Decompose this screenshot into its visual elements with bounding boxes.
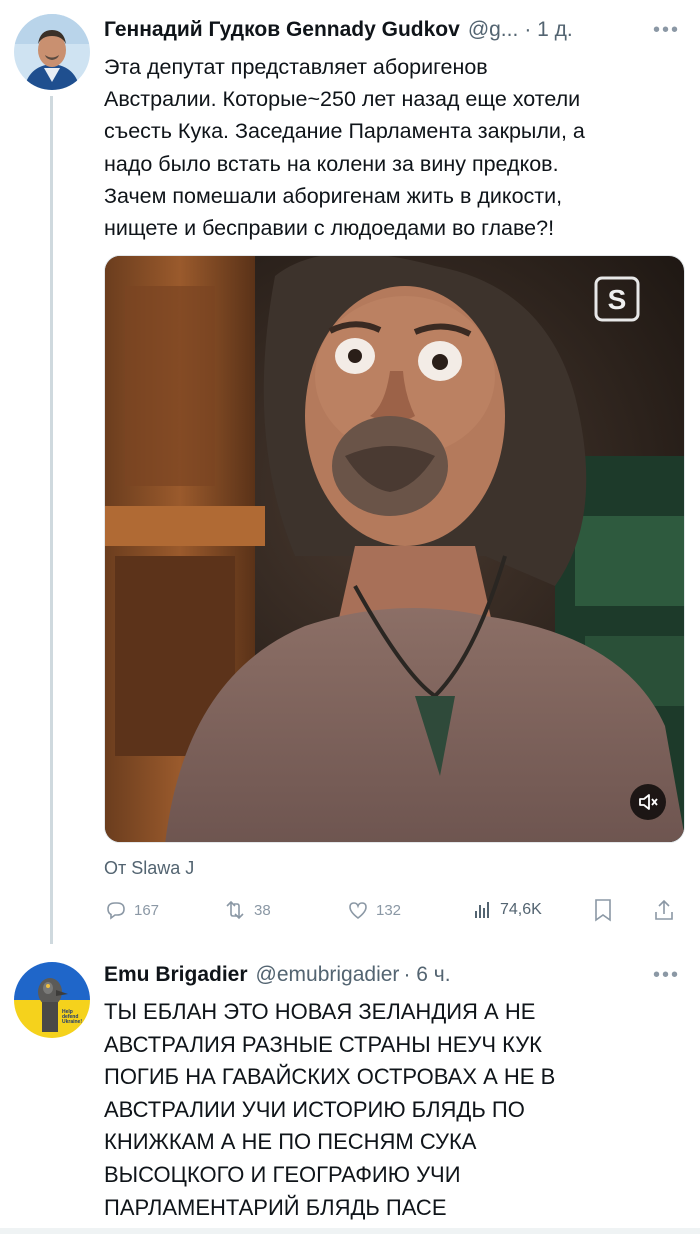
bookmark-button[interactable] <box>592 895 614 925</box>
heart-icon <box>349 902 367 920</box>
like-button[interactable]: 132 <box>346 895 401 925</box>
tweet-text-line: АВСТРАЛИЯ РАЗНЫЕ СТРАНЫ НЕУЧ КУК <box>104 1031 543 1057</box>
views-count: 74,6K <box>500 901 542 918</box>
mute-icon[interactable] <box>630 784 666 820</box>
bookmark-icon <box>595 899 611 922</box>
tweet-header: Emu Brigadier @emubrigadier · 6 ч. ••• <box>104 960 688 990</box>
tweet-text-line: Зачем помешали аборигенам жить в дикости… <box>104 183 563 208</box>
tweet-text-line: Эта депутат представляет аборигенов <box>104 55 488 79</box>
bottom-divider <box>0 1228 700 1234</box>
tweet-video[interactable]: S <box>104 255 685 843</box>
views-chart-icon <box>475 902 489 918</box>
like-count: 132 <box>376 901 402 919</box>
tweet-text-line: съесть Кука. Заседание Парламента закрыл… <box>104 119 585 144</box>
avatar-caption: Help defend Ukraine! <box>62 1009 83 1025</box>
tweet-timestamp[interactable]: · 6 ч. <box>403 963 450 987</box>
views-button[interactable]: 74,6K <box>470 895 542 925</box>
more-options-icon[interactable]: ••• <box>653 964 680 987</box>
tweet-text-line: ПАРЛАМЕНТАРИЙ БЛЯДЬ ПАСЕ <box>104 1194 447 1220</box>
author-name[interactable]: Emu Brigadier <box>104 963 248 987</box>
tweet-timestamp[interactable]: · 1 д. <box>524 18 572 42</box>
tweet-text-line: ВЫСОЦКОГО И ГЕОГРАФИЮ УЧИ <box>104 1161 461 1187</box>
retweet-button[interactable]: 38 <box>222 895 271 925</box>
author-name[interactable]: Геннадий Гудков Gennady Gudkov <box>104 18 460 42</box>
watermark-logo: S <box>594 276 640 322</box>
tweet-text-line: ПОГИБ НА ГАВАЙСКИХ ОСТРОВАХ А НЕ В <box>104 1064 556 1090</box>
tweet-text-line: надо было встать на колени за вину предк… <box>104 151 559 176</box>
author-handle[interactable]: @emubrigadier <box>256 963 400 987</box>
tweet-gudkov[interactable]: Геннадий Гудков Gennady Gudkov @g... · 1… <box>0 0 700 944</box>
share-icon <box>655 899 673 920</box>
tweet-action-bar: 167 38 132 74,6K <box>104 895 684 925</box>
reply-count: 167 <box>134 901 160 919</box>
retweet-icon <box>226 900 244 920</box>
retweet-count: 38 <box>254 901 271 919</box>
tweet-text-line: АВСТРАЛИИ УЧИ ИСТОРИЮ БЛЯДЬ ПО <box>104 1096 525 1122</box>
video-attribution[interactable]: От Slawa J <box>104 858 194 879</box>
tweet-header: Геннадий Гудков Gennady Gudkov @g... · 1… <box>104 15 688 45</box>
tweet-text-line: нищете и бесправии с людоедами во главе?… <box>104 216 555 241</box>
tweet-text-line: КНИЖКАМ А НЕ ПО ПЕСНЯМ СУКА <box>104 1129 477 1155</box>
more-options-icon[interactable]: ••• <box>653 19 680 42</box>
author-handle[interactable]: @g... <box>468 18 519 42</box>
tweet-text-line: ТЫ ЕБЛАН ЭТО НОВАЯ ЗЕЛАНДИЯ А НЕ <box>104 999 536 1024</box>
share-button[interactable] <box>652 895 676 925</box>
reply-icon <box>107 902 125 920</box>
video-frame <box>105 256 684 842</box>
tweet-text: ТЫ ЕБЛАН ЭТО НОВАЯ ЗЕЛАНДИЯ А НЕ АВСТРАЛ… <box>104 996 686 1224</box>
tweet-text-line: Австралии. Которые~250 лет назад еще хот… <box>104 87 581 112</box>
avatar-emu-brigadier[interactable]: Help defend Ukraine! <box>14 962 90 1038</box>
thread-connector-line <box>50 96 53 944</box>
svg-text:S: S <box>608 284 627 315</box>
tweet-emu-brigadier[interactable]: Help defend Ukraine! Emu Brigadier @emub… <box>0 944 700 1228</box>
avatar-gudkov[interactable] <box>14 14 90 90</box>
reply-button[interactable]: 167 <box>104 895 159 925</box>
tweet-text: Эта депутат представляет аборигенов Авст… <box>104 51 686 244</box>
